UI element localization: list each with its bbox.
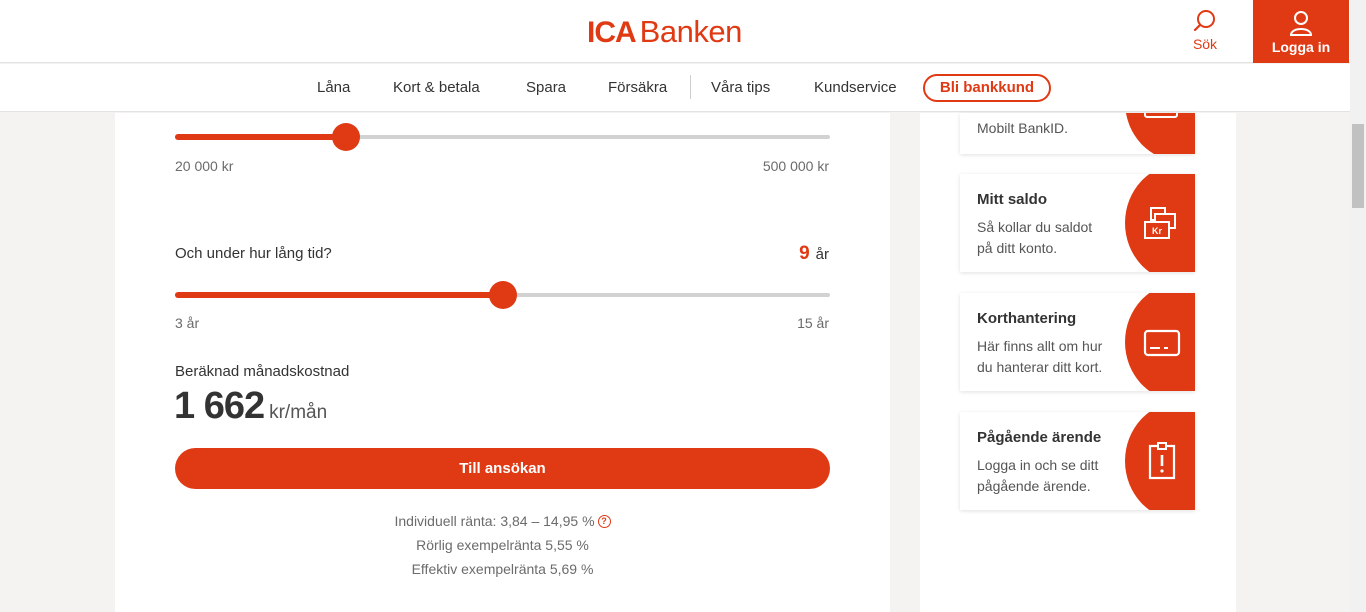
info-icon[interactable]: ? [597, 515, 611, 528]
term-value: 9 [799, 243, 810, 264]
service-title: Korthantering [977, 310, 1077, 327]
money-icon-text: Kr [1152, 226, 1162, 236]
id-card-icon [1144, 113, 1178, 118]
user-icon [1289, 11, 1313, 36]
clipboard-alert-icon [1148, 442, 1176, 480]
main-navigation: Låna Kort & betala Spara Försäkra Våra t… [0, 64, 1350, 112]
term-question: Och under hur lång tid? [175, 245, 332, 262]
service-card-pagaende-arende[interactable]: Pågående ärende Logga in och se ditt påg… [960, 412, 1195, 510]
service-card-bankid[interactable]: Mobilt BankID. [960, 113, 1195, 154]
login-label: Logga in [1271, 39, 1331, 55]
term-slider-fill [175, 292, 503, 298]
amount-slider-fill [175, 134, 346, 140]
service-desc: Mobilt BankID. [977, 120, 1069, 136]
search-label: Sök [1192, 36, 1218, 52]
money-stack-icon: Kr [1144, 207, 1176, 239]
search-icon [1193, 10, 1215, 32]
nav-item-spara[interactable]: Spara [526, 79, 566, 96]
nav-divider [690, 75, 691, 99]
ica-banken-logo[interactable]: ICA Banken [587, 14, 742, 50]
individual-rate-text: Individuell ränta: 3,84 – 14,95 % [394, 513, 595, 529]
service-card-korthantering[interactable]: Korthantering Här finns allt om hur du h… [960, 293, 1195, 391]
service-desc: Här finns allt om hur du hanterar ditt k… [977, 338, 1103, 375]
service-desc: Så kollar du saldot på ditt konto. [977, 219, 1093, 256]
amount-slider[interactable] [175, 123, 830, 151]
service-card-mitt-saldo[interactable]: Mitt saldo Så kollar du saldot på ditt k… [960, 174, 1195, 272]
term-value-display: 9 år [799, 243, 829, 265]
term-unit: år [815, 246, 829, 263]
nav-item-forsakra[interactable]: Försäkra [608, 79, 667, 96]
apply-button[interactable]: Till ansökan [175, 448, 830, 489]
nav-item-kort-betala[interactable]: Kort & betala [393, 79, 480, 96]
become-customer-button[interactable]: Bli bankkund [923, 74, 1051, 102]
term-slider-thumb[interactable] [488, 281, 517, 309]
top-header: ICA Banken Sök Logga in [0, 0, 1350, 63]
amount-slider-thumb[interactable] [331, 123, 360, 151]
nav-item-lana[interactable]: Låna [317, 79, 350, 96]
monthly-cost-value: 1 662 [174, 385, 265, 427]
service-title: Pågående ärende [977, 429, 1102, 446]
search-button[interactable]: Sök [1180, 8, 1230, 52]
individual-rate-line: Individuell ränta: 3,84 – 14,95 %? [175, 513, 830, 529]
term-min-label: 3 år [175, 315, 200, 331]
login-button[interactable]: Logga in [1253, 0, 1349, 63]
term-max-label: 15 år [797, 315, 829, 331]
amount-min-label: 20 000 kr [175, 158, 234, 174]
service-title: Mitt saldo [977, 191, 1047, 208]
monthly-cost-unit: kr/mån [269, 402, 328, 423]
nav-item-vara-tips[interactable]: Våra tips [711, 79, 770, 96]
logo-banken-text: Banken [639, 14, 743, 49]
effective-rate-text: Effektiv exempelränta 5,69 % [411, 561, 594, 577]
nav-item-kundservice[interactable]: Kundservice [814, 79, 897, 96]
page-scrollbar[interactable] [1350, 0, 1366, 612]
card-icon [1143, 329, 1181, 357]
service-desc: Logga in och se ditt pågående ärende. [977, 457, 1099, 494]
scrollbar-thumb[interactable] [1352, 124, 1364, 208]
monthly-cost-label: Beräknad månadskostnad [175, 363, 350, 380]
term-slider[interactable] [175, 281, 830, 309]
monthly-cost-display: 1 662 kr/mån [174, 385, 327, 428]
logo-ica-text: ICA [587, 16, 637, 49]
amount-max-label: 500 000 kr [762, 158, 829, 174]
variable-rate-text: Rörlig exempelränta 5,55 % [416, 537, 589, 553]
